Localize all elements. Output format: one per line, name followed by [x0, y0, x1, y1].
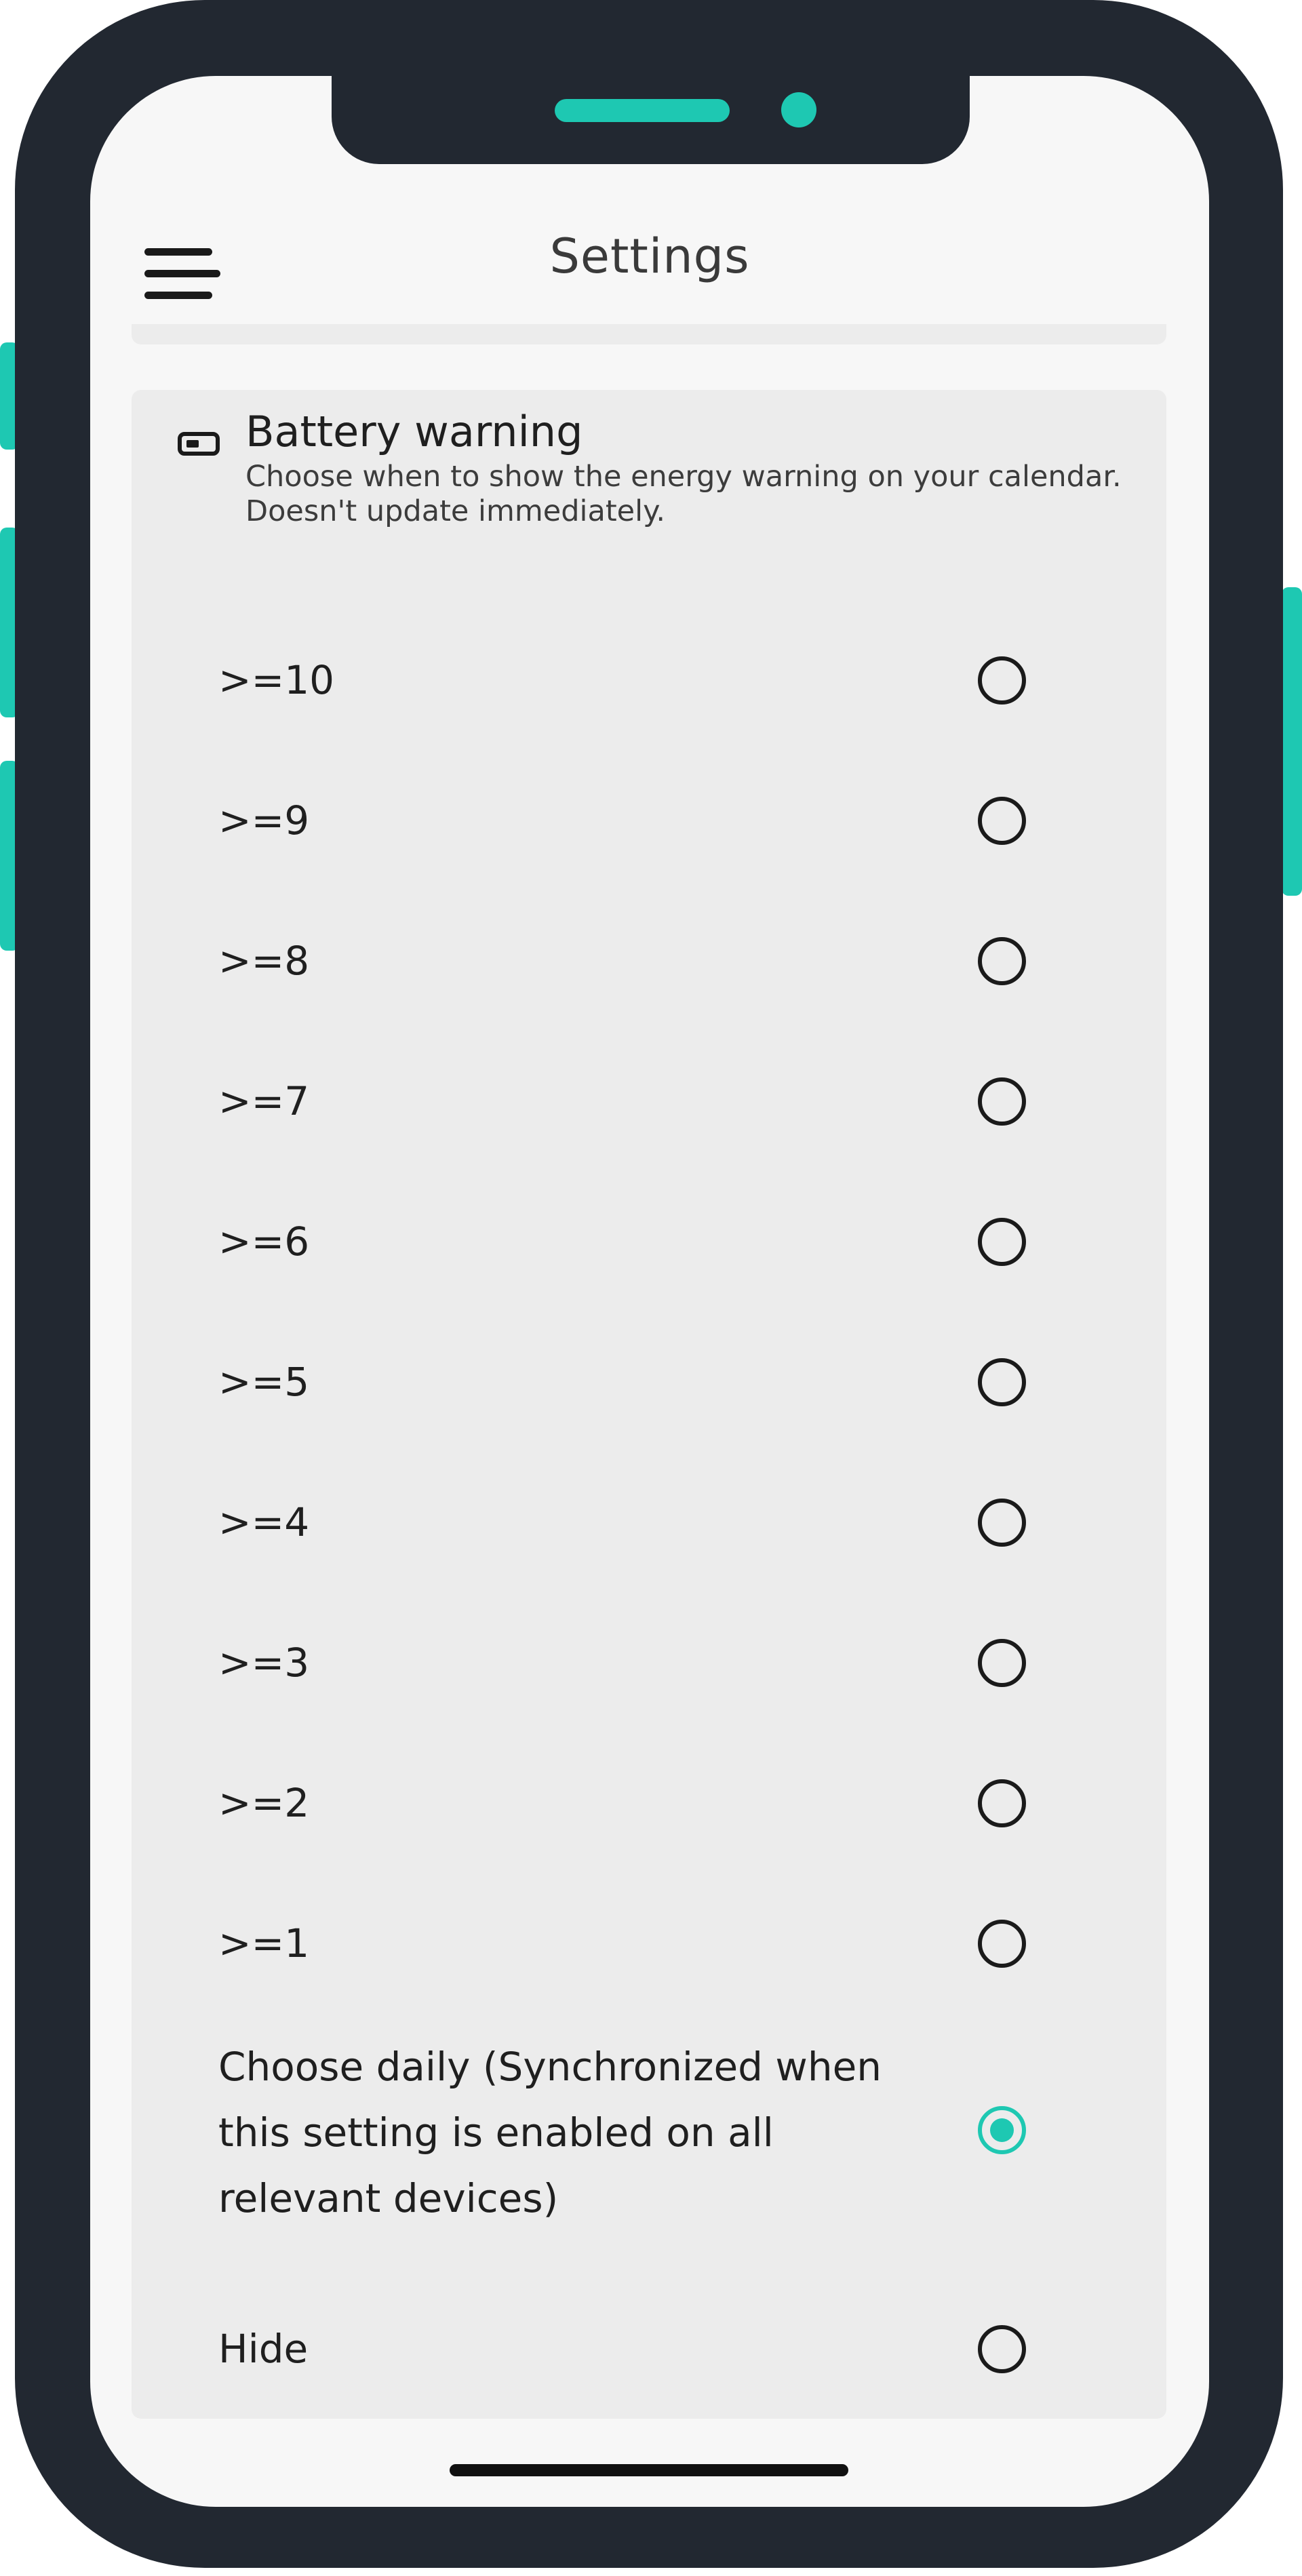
radio-option[interactable]: >=7: [132, 1048, 1166, 1156]
radio-option-label: >=9: [218, 797, 310, 844]
speaker-grille: [555, 99, 730, 122]
home-indicator: [450, 2464, 848, 2476]
menu-line-bottom: [144, 292, 212, 299]
radio-button[interactable]: [978, 1358, 1026, 1406]
battery-low-icon: [178, 432, 220, 456]
radio-option-label: >=2: [218, 1780, 310, 1826]
radio-option[interactable]: Hide: [132, 2295, 1166, 2404]
radio-option-label: >=5: [218, 1359, 310, 1405]
radio-option-label: >=4: [218, 1499, 310, 1545]
radio-option[interactable]: >=3: [132, 1609, 1166, 1718]
radio-option[interactable]: >=1: [132, 1890, 1166, 1998]
radio-button-selected[interactable]: [978, 2106, 1026, 2154]
radio-option[interactable]: >=2: [132, 1749, 1166, 1858]
section-title: Battery warning: [245, 407, 583, 456]
previous-section-edge: [132, 324, 1166, 344]
page-title: Settings: [549, 229, 750, 284]
radio-button[interactable]: [978, 656, 1026, 705]
radio-button[interactable]: [978, 2325, 1026, 2373]
radio-option[interactable]: >=9: [132, 767, 1166, 875]
radio-option[interactable]: Choose daily (Synchronized when this set…: [132, 2017, 1166, 2241]
device-mockup: Settings Battery warning Choose when to …: [0, 0, 1302, 2576]
radio-button[interactable]: [978, 1779, 1026, 1827]
section-description: Choose when to show the energy warning o…: [245, 460, 1122, 528]
side-button-power: [1282, 587, 1302, 896]
battery-warning-card: Battery warning Choose when to show the …: [132, 390, 1166, 2419]
radio-option[interactable]: >=6: [132, 1188, 1166, 1296]
radio-option-label: >=3: [218, 1640, 310, 1686]
radio-option-label: >=10: [218, 657, 334, 703]
radio-option[interactable]: >=4: [132, 1469, 1166, 1577]
radio-option-label: Choose daily (Synchronized when this set…: [218, 2044, 882, 2221]
radio-option-label: >=6: [218, 1218, 310, 1265]
radio-button[interactable]: [978, 1920, 1026, 1968]
radio-button[interactable]: [978, 1218, 1026, 1266]
radio-option-label: Hide: [218, 2326, 309, 2372]
radio-button[interactable]: [978, 797, 1026, 845]
radio-option-label: >=1: [218, 1920, 310, 1966]
app-screen: Settings Battery warning Choose when to …: [90, 76, 1209, 2507]
radio-option[interactable]: >=5: [132, 1328, 1166, 1437]
radio-option-label: >=7: [218, 1078, 310, 1124]
radio-button[interactable]: [978, 1499, 1026, 1547]
radio-option[interactable]: >=10: [132, 627, 1166, 735]
radio-button[interactable]: [978, 1077, 1026, 1126]
radio-option[interactable]: >=8: [132, 907, 1166, 1016]
front-camera: [781, 92, 816, 127]
radio-button[interactable]: [978, 937, 1026, 985]
radio-button[interactable]: [978, 1639, 1026, 1687]
radio-option-label: >=8: [218, 938, 310, 984]
